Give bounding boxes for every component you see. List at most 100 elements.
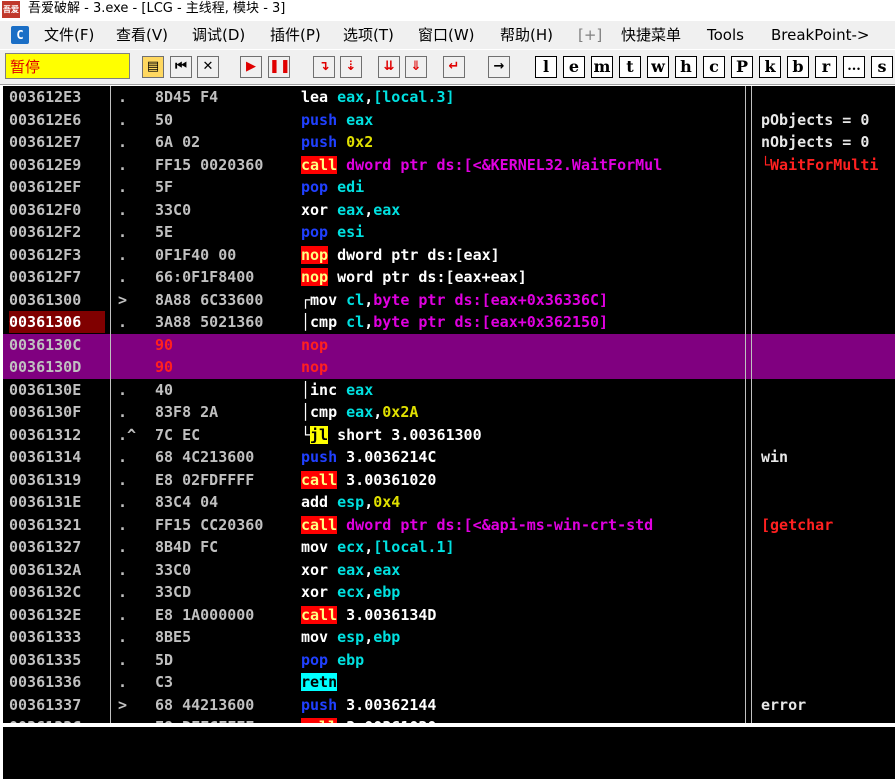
open-icon[interactable]: ▤: [142, 56, 164, 78]
hex-dump-cell: 68 44213600: [155, 695, 255, 714]
address-cell: 003612E3: [9, 88, 82, 106]
instruction-cell: └jl short 3.00361300: [301, 424, 745, 446]
handles-button[interactable]: h: [675, 56, 697, 78]
goto-icon[interactable]: →: [488, 56, 510, 78]
execute-till-return-icon[interactable]: ↵: [443, 56, 465, 78]
cpu-button[interactable]: c: [703, 56, 725, 78]
disasm-row[interactable]: 0036130F. 83F8 2A │cmp eax,0x2A: [3, 401, 895, 424]
disasm-row[interactable]: 0036132E. E8 1A000000 call 3.0036134D: [3, 604, 895, 627]
instruction-cell: push eax: [301, 109, 745, 131]
pause-icon[interactable]: ❚❚: [268, 56, 291, 78]
disasm-row[interactable]: 00361327. 8B4D FC mov ecx,[local.1]: [3, 536, 895, 559]
menu-plugins[interactable]: 插件(P): [270, 25, 321, 45]
instruction-token: ,: [364, 560, 374, 579]
instruction-token: └: [301, 425, 311, 444]
call-stack-button[interactable]: k: [759, 56, 781, 78]
instruction-token: [local.1]: [373, 538, 455, 556]
instruction-cell: push 3.0036214C: [301, 446, 745, 468]
step-into-icon[interactable]: ↴: [313, 56, 335, 78]
menu-bar: C 文件(F) 查看(V) 调试(D) 插件(P) 选项(T) 窗口(W) 帮助…: [0, 21, 895, 49]
breakpoints-button[interactable]: b: [787, 56, 809, 78]
disasm-row[interactable]: 003612F0. 33C0 xor eax,eax: [3, 199, 895, 222]
instruction-token: lea: [301, 88, 338, 106]
jump-marker: .: [118, 245, 128, 264]
executables-button[interactable]: e: [563, 56, 585, 78]
disasm-row[interactable]: 00361335. 5D pop ebp: [3, 649, 895, 672]
disasm-row[interactable]: 00361312 .^ 7C EC └jl short 3.00361300: [3, 424, 895, 447]
comment-cell: win: [761, 448, 789, 466]
disasm-row[interactable]: 003612E9. FF15 0020360 call dword ptr ds:[…: [3, 154, 895, 177]
rewind-icon[interactable]: ⏮: [170, 56, 192, 78]
column-divider[interactable]: [745, 86, 746, 723]
disasm-row[interactable]: 00361336. C3 retn: [3, 671, 895, 694]
instruction-token: eax: [346, 380, 374, 399]
menu-window[interactable]: 窗口(W): [418, 25, 475, 45]
menu-options[interactable]: 选项(T): [343, 25, 394, 45]
disasm-row[interactable]: 003612F3. 0F1F40 00 nop dword ptr ds:[eax]: [3, 244, 895, 267]
address-cell: 0036132A: [9, 560, 82, 579]
jump-marker: .: [118, 110, 128, 129]
instruction-cell: pop edi: [301, 176, 745, 198]
instruction-token: byte ptr ds:[eax+0x36336C]: [373, 290, 609, 309]
disasm-row[interactable]: 0036131E. 83C4 04 add esp,0x4: [3, 491, 895, 514]
windows-button[interactable]: w: [647, 56, 669, 78]
disasm-row[interactable]: 0036132A. 33C0 xor eax,eax: [3, 559, 895, 582]
disasm-row[interactable]: 0036130C 90 nop: [3, 333, 895, 356]
source-button[interactable]: s: [871, 56, 893, 78]
menu-breakpoint[interactable]: BreakPoint->: [771, 25, 869, 45]
disasm-row[interactable]: 0036132C. 33CD xor ecx,ebp: [3, 581, 895, 604]
disasm-row[interactable]: 003612F7. 66:0F1F8400 nop word ptr ds:[eax…: [3, 266, 895, 289]
hex-dump-cell: 6A 02: [155, 133, 201, 151]
disasm-row[interactable]: 0036130D 90 nop: [3, 356, 895, 379]
menu-expand[interactable]: [+]: [578, 25, 602, 45]
run-trace-button[interactable]: ...: [843, 56, 865, 78]
menu-tools[interactable]: Tools: [707, 25, 744, 45]
disasm-row[interactable]: 00361319. E8 02FDFFFF call 3.00361020: [3, 469, 895, 492]
menu-file[interactable]: 文件(F): [44, 25, 94, 45]
cpu-window-icon[interactable]: C: [11, 26, 29, 44]
instruction-token: dword ptr ds:[<&KERNEL32.WaitForMul: [346, 155, 663, 174]
column-divider[interactable]: [110, 86, 111, 723]
address-cell: 00361335: [9, 650, 82, 669]
disasm-row[interactable]: 0036130E. 40 │inc eax: [3, 379, 895, 402]
trace-over-icon[interactable]: ⇓: [405, 56, 427, 78]
disasm-row[interactable]: 00361306. 3A88 5021360 │cmp cl,byte ptr ds…: [3, 311, 895, 334]
menu-help[interactable]: 帮助(H): [500, 25, 553, 45]
disasm-row[interactable]: 0036133C. E8 DFFCFFFF call 3.00361020: [3, 716, 895, 723]
hex-dump-cell: 5E: [155, 223, 174, 241]
disasm-row[interactable]: 00361321. FF15 CC20360 call dword ptr ds:[…: [3, 514, 895, 537]
disasm-row[interactable]: 003612EF. 5F pop edi: [3, 176, 895, 199]
close-icon[interactable]: ✕: [197, 56, 219, 78]
status-indicator: 暂停: [5, 53, 130, 79]
instruction-token: 3.0036214C: [346, 448, 437, 466]
memory-map-button[interactable]: m: [591, 56, 613, 78]
log-window-button[interactable]: l: [535, 56, 557, 78]
comment-cell: [getchar: [761, 515, 834, 534]
window-title: 吾爱破解 - 3.exe - [LCG - 主线程, 模块 - 3]: [28, 1, 286, 16]
instruction-token: push: [301, 695, 347, 714]
instruction-token: ecx: [337, 583, 365, 601]
step-over-icon[interactable]: ⇣: [340, 56, 362, 78]
disasm-row[interactable]: 00361300 >8A88 6C33600 ┌mov cl,byte ptr ds…: [3, 289, 895, 312]
disasm-row[interactable]: 003612E3. 8D45 F4 lea eax,[local.3]: [3, 86, 895, 109]
references-button[interactable]: r: [815, 56, 837, 78]
menu-debug[interactable]: 调试(D): [192, 25, 245, 45]
hex-dump-cell: 83C4 04: [155, 493, 219, 511]
disasm-row[interactable]: 00361314. 68 4C213600 push 3.0036214C win: [3, 446, 895, 469]
toolbar: 暂停 ▤ ⏮ ✕ ▶ ❚❚ ↴ ⇣ ⇊ ⇓ ↵ → l e m t w h c …: [0, 50, 895, 85]
hex-dump-cell: 33C0: [155, 560, 192, 579]
menu-shortcuts[interactable]: 快捷菜单: [621, 25, 681, 45]
disasm-row[interactable]: 00361337 >68 44213600 push 3.00362144 error: [3, 694, 895, 717]
run-icon[interactable]: ▶: [240, 56, 262, 78]
disasm-row[interactable]: 003612E6. 50 push eax pObjects = 0: [3, 109, 895, 132]
menu-view[interactable]: 查看(V): [116, 25, 168, 45]
disasm-row[interactable]: 003612F2. 5E pop esi: [3, 221, 895, 244]
disasm-row[interactable]: 003612E7. 6A 02 push 0x2 nObjects = 0: [3, 131, 895, 154]
instruction-token: 3.00361020: [337, 718, 436, 723]
column-divider[interactable]: [751, 86, 752, 723]
disasm-row[interactable]: 00361333. 8BE5 mov esp,ebp: [3, 626, 895, 649]
trace-into-icon[interactable]: ⇊: [378, 56, 400, 78]
patches-button[interactable]: P: [731, 56, 753, 78]
threads-button[interactable]: t: [619, 56, 641, 78]
disassembly-pane[interactable]: 003612E3. 8D45 F4 lea eax,[local.3] 003612E…: [3, 86, 895, 723]
